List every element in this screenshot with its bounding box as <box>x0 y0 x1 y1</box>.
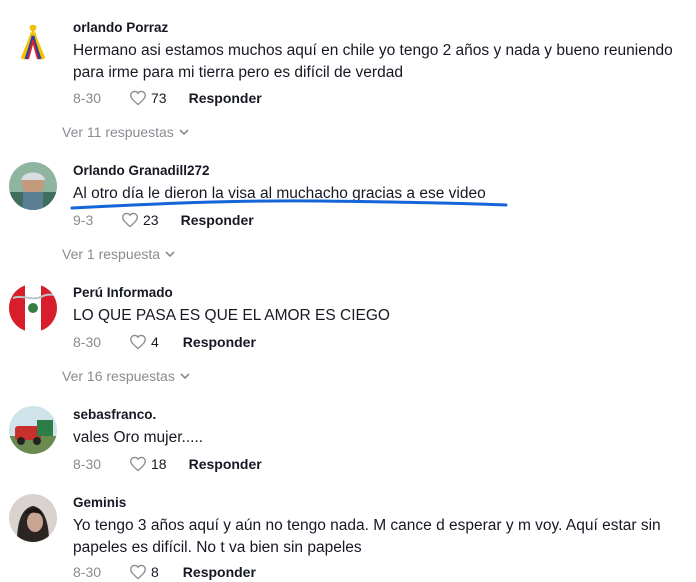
comment-text: Al otro día le dieron la visa al muchach… <box>73 185 486 202</box>
like-button[interactable]: 18 <box>129 456 167 472</box>
comment-username[interactable]: Perú Informado <box>73 285 688 301</box>
avatar[interactable] <box>9 284 57 332</box>
avatar[interactable] <box>9 406 57 454</box>
heart-icon <box>130 334 146 350</box>
like-count: 4 <box>151 334 159 350</box>
comment-username[interactable]: orlando Porraz <box>73 20 688 36</box>
view-replies-button[interactable]: Ver 16 respuestas <box>62 367 190 385</box>
chevron-down-icon <box>165 250 175 257</box>
comment-text: Yo tengo 3 años aquí y aún no tengo nada… <box>73 517 665 556</box>
comment-date: 9-3 <box>73 212 94 228</box>
view-replies-button[interactable]: Ver 1 respuesta <box>62 245 175 263</box>
avatar[interactable] <box>9 494 57 542</box>
view-replies-button[interactable]: Ver 11 respuestas <box>62 123 189 141</box>
view-replies-label: Ver 11 respuestas <box>62 124 174 140</box>
comment-date: 8-30 <box>73 334 102 350</box>
chevron-down-icon <box>179 128 189 135</box>
chevron-down-icon <box>180 372 190 379</box>
reply-button[interactable]: Responder <box>181 212 254 228</box>
comment-username[interactable]: sebasfranco. <box>73 407 688 423</box>
comment-date: 8-30 <box>73 456 102 472</box>
reply-button[interactable]: Responder <box>183 334 256 350</box>
comment-text: LO QUE PASA ES QUE EL AMOR ES CIEGO <box>73 307 390 324</box>
like-button[interactable]: 23 <box>121 212 159 228</box>
reply-button[interactable]: Responder <box>189 456 262 472</box>
heart-icon <box>130 456 146 472</box>
reply-button[interactable]: Responder <box>189 90 262 106</box>
comment-text: vales Oro mujer..... <box>73 429 204 446</box>
avatar[interactable] <box>9 162 57 210</box>
like-count: 23 <box>143 212 159 228</box>
like-button[interactable]: 73 <box>129 90 167 106</box>
like-count: 18 <box>151 456 167 472</box>
heart-icon <box>122 212 138 228</box>
like-count: 73 <box>151 90 167 106</box>
like-button[interactable]: 4 <box>129 334 159 350</box>
comment-username[interactable]: Geminis <box>73 495 688 511</box>
avatar[interactable] <box>9 19 57 67</box>
view-replies-label: Ver 1 respuesta <box>62 246 161 262</box>
view-replies-label: Ver 16 respuestas <box>62 368 175 384</box>
comment-text: Hermano asi estamos muchos aquí en chile… <box>73 42 678 81</box>
heart-icon <box>130 90 146 106</box>
comment-date: 8-30 <box>73 90 102 106</box>
comment-username[interactable]: Orlando Granadill272 <box>73 163 688 179</box>
